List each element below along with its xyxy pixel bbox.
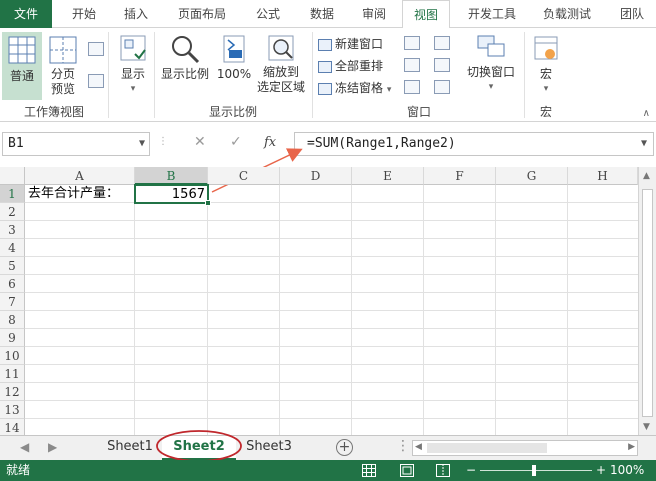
zoom-level[interactable]: 100% xyxy=(610,460,644,481)
zoom-out-icon[interactable]: − xyxy=(466,460,476,481)
page-break-status-icon[interactable] xyxy=(436,464,450,477)
normal-view-status-icon[interactable] xyxy=(362,464,376,477)
highlight-ellipse xyxy=(156,430,242,462)
zoom-slider-thumb[interactable] xyxy=(532,465,536,476)
zoom-slider[interactable] xyxy=(480,470,592,471)
status-text: 就绪 xyxy=(6,463,31,477)
status-bar: 就绪 − + 100% xyxy=(0,460,656,481)
page-layout-status-icon[interactable] xyxy=(400,464,414,477)
zoom-in-icon[interactable]: + xyxy=(596,460,606,481)
